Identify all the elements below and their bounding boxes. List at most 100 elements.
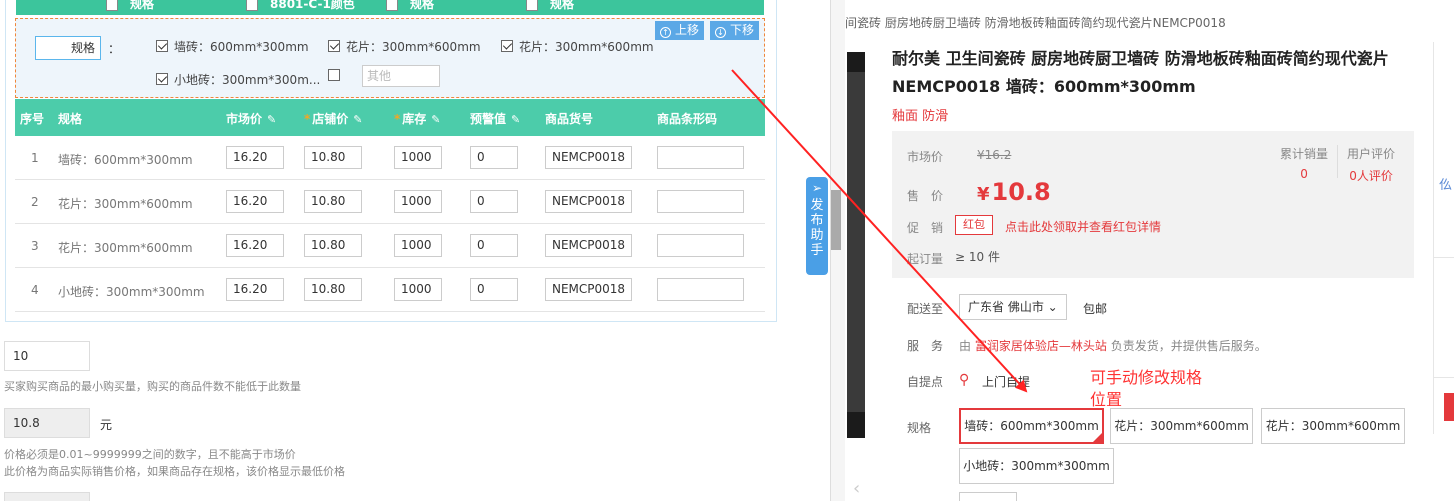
product-tags: 釉面 防滑 <box>892 109 949 124</box>
edit-icon[interactable]: ✎ <box>353 113 362 126</box>
scrollbar-thumb[interactable] <box>831 190 841 250</box>
checkbox[interactable] <box>386 0 398 11</box>
checkbox[interactable] <box>328 69 340 81</box>
checkbox[interactable] <box>501 40 513 52</box>
shop-price-input[interactable]: 10.80 <box>304 146 362 169</box>
barcode-input[interactable] <box>657 278 744 301</box>
row-spec: 小地砖：300mm*300mm <box>58 285 205 299</box>
sku-input[interactable]: NEMCP0018 <box>545 234 632 257</box>
stock-input[interactable]: 1000 <box>394 234 442 257</box>
col-barcode: 商品条形码 <box>657 112 718 126</box>
stock-input[interactable]: 1000 <box>394 278 442 301</box>
warning-input[interactable]: 0 <box>470 190 518 213</box>
chevron-left-icon[interactable]: ‹ <box>853 478 860 499</box>
spec-table-header: 序号 规格 市场价 ✎ * 店铺价 ✎ * 库存 ✎ 预警值 ✎ 商品货号 商品条形码 <box>15 99 765 136</box>
arrow-down-icon: ↓ <box>715 27 726 38</box>
warning-input[interactable]: 0 <box>470 278 518 301</box>
arrow-up-icon: ↑ <box>660 27 671 38</box>
shop-price-input[interactable]: 10.80 <box>304 190 362 213</box>
helper-char: 助 <box>810 228 824 243</box>
top-option-3[interactable]: 规格 <box>386 0 434 12</box>
checkbox[interactable] <box>106 0 118 11</box>
sku-input[interactable]: NEMCP0018 <box>545 278 632 301</box>
barcode-input[interactable] <box>657 146 744 169</box>
move-up-button[interactable]: ↑ 上移 <box>655 21 705 40</box>
helper-char: 发 <box>810 198 824 213</box>
sku-input[interactable]: NEMCP0018 <box>545 146 632 169</box>
sidebar-text[interactable]: 仫 <box>1439 174 1452 193</box>
product-image <box>847 52 865 438</box>
top-option-2[interactable]: 8801-C-1颜色 <box>246 0 355 12</box>
stock-input[interactable]: 1000 <box>394 190 442 213</box>
spec-option-1[interactable]: 墙砖：600mm*300mm <box>156 38 309 55</box>
product-title: 耐尔美 卫生间瓷砖 厨房地砖厨卫墙砖 防滑地板砖釉面砖简约现代瓷片NEMCP00… <box>892 49 1389 96</box>
spec-option-button[interactable]: 小地砖：300mm*300mm <box>959 448 1114 484</box>
market-price-input[interactable]: 16.20 <box>226 146 284 169</box>
spec-group-box: 规格 ： 墙砖：600mm*300mm 花片：300mm*600mm 花片：30… <box>15 18 765 98</box>
moq-label: 起订量 <box>907 252 944 266</box>
checkbox[interactable] <box>156 73 168 85</box>
red-packet-badge[interactable]: 红包 <box>955 215 993 235</box>
min-buy-hint: 买家购买商品的最小购买量，购买的商品件数不能低于此数量 <box>4 380 301 393</box>
publish-helper-button[interactable]: ➢ 发 布 助 手 <box>806 177 828 275</box>
panel-divider-scrollbar[interactable] <box>830 0 845 501</box>
checkbox[interactable] <box>526 0 538 11</box>
sku-input[interactable]: NEMCP0018 <box>545 190 632 213</box>
top-option-4[interactable]: 规格 <box>526 0 574 12</box>
market-price-input[interactable]: 16.20 <box>226 190 284 213</box>
review-stat[interactable]: 用户评价 0人评价 <box>1347 145 1395 184</box>
move-down-button[interactable]: ↓ 下移 <box>710 21 760 40</box>
row-no: 3 <box>31 239 39 253</box>
other-spec-input[interactable]: 其他 <box>362 65 440 87</box>
market-price-input[interactable]: 16.20 <box>226 234 284 257</box>
spec-label: 规格 <box>907 421 932 435</box>
barcode-input[interactable] <box>657 234 744 257</box>
row-no: 1 <box>31 151 39 165</box>
col-shop-price[interactable]: * 店铺价 ✎ <box>304 110 363 127</box>
price-input[interactable]: 10.8 <box>4 408 90 438</box>
price-hint-2: 此价格为商品实际销售价格，如果商品存在规格，该价格显示最低价格 <box>4 465 345 478</box>
store-link[interactable]: 富润家居体验店—林头站 <box>975 339 1107 353</box>
checkbox[interactable] <box>246 0 258 11</box>
min-buy-input[interactable]: 10 <box>4 341 90 371</box>
spec-option-2[interactable]: 花片：300mm*600mm <box>328 38 481 55</box>
warning-input[interactable]: 0 <box>470 146 518 169</box>
shop-price-input[interactable]: 10.80 <box>304 278 362 301</box>
col-market-price[interactable]: 市场价 ✎ <box>226 110 276 127</box>
barcode-input[interactable] <box>657 190 744 213</box>
sale-price-label: 售 价 <box>907 189 944 203</box>
edit-icon[interactable]: ✎ <box>267 113 276 126</box>
annotation-text: 可手动修改规格 位置 <box>1090 368 1203 409</box>
checkbox[interactable] <box>156 40 168 52</box>
red-packet-link[interactable]: 点击此处领取并查看红包详情 <box>1005 218 1161 235</box>
spec-option-button[interactable]: 花片：300mm*600mm <box>1261 408 1405 444</box>
edit-icon[interactable]: ✎ <box>431 113 440 126</box>
quantity-stepper[interactable] <box>959 492 1017 501</box>
spec-option-button[interactable]: 墙砖：600mm*300mm <box>959 408 1104 444</box>
location-pin-icon: ⚲ <box>959 372 970 388</box>
col-no: 序号 <box>20 112 45 126</box>
col-stock[interactable]: * 库存 ✎ <box>394 110 441 127</box>
spec-colon: ： <box>108 42 121 56</box>
spec-option-other[interactable] <box>328 69 346 83</box>
spec-option-3[interactable]: 花片：300mm*600mm <box>501 38 654 55</box>
top-option-1[interactable]: 规格 <box>106 0 154 12</box>
spec-option-button[interactable]: 花片：300mm*600mm <box>1110 408 1253 444</box>
helper-char: 布 <box>810 213 824 228</box>
admin-panel: 规格 8801-C-1颜色 规格 规格 规格 ： 墙砖：600mm*300mm … <box>0 0 830 501</box>
checkbox[interactable] <box>328 40 340 52</box>
col-warning[interactable]: 预警值 ✎ <box>470 110 520 127</box>
next-field[interactable] <box>4 492 90 501</box>
warning-input[interactable]: 0 <box>470 234 518 257</box>
shop-price-input[interactable]: 10.80 <box>304 234 362 257</box>
edit-icon[interactable]: ✎ <box>511 113 520 126</box>
spec-option-4[interactable]: 小地砖：300mm*300m... <box>156 71 320 88</box>
ship-label: 配送至 <box>907 302 944 316</box>
pickup-value[interactable]: 上门自提 <box>982 373 1030 390</box>
market-price-input[interactable]: 16.20 <box>226 278 284 301</box>
spec-name-input[interactable]: 规格 <box>35 36 101 60</box>
ship-region-select[interactable]: 广东省 佛山市 ⌄ <box>959 294 1067 320</box>
service-text: 由 富润家居体验店—林头站 负责发货，并提供售后服务。 <box>959 339 1267 353</box>
sidebar-red-button[interactable] <box>1444 393 1454 421</box>
stock-input[interactable]: 1000 <box>394 146 442 169</box>
